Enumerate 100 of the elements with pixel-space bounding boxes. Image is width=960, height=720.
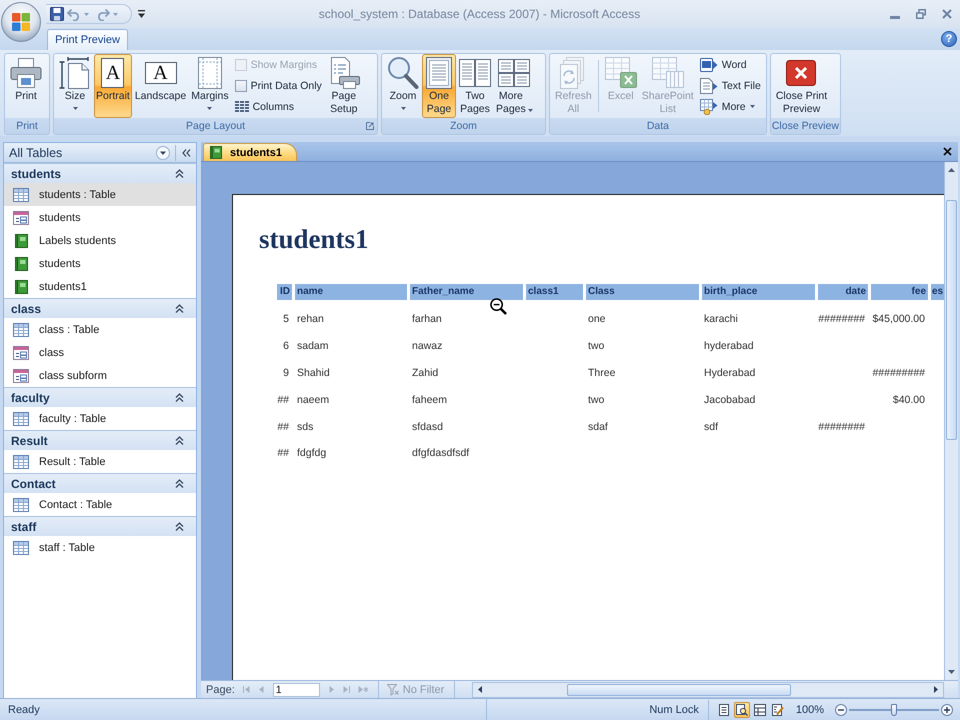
page-setup-button[interactable]: Page Setup	[326, 54, 362, 118]
scrollbar-thumb[interactable]	[946, 200, 957, 440]
more-export-button[interactable]: More	[698, 96, 763, 117]
zoom-out-icon[interactable]	[835, 704, 847, 716]
group-header[interactable]: Contact	[4, 473, 196, 493]
close-print-preview-button[interactable]: Close Print Preview	[774, 54, 830, 118]
scroll-down-icon[interactable]	[948, 670, 955, 674]
previous-page-icon[interactable]	[258, 686, 265, 693]
nav-item[interactable]: students : Table	[4, 183, 196, 206]
save-icon[interactable]	[50, 7, 64, 21]
nav-item[interactable]: class subform	[4, 364, 196, 387]
portrait-page-icon: A	[101, 58, 124, 88]
form-icon	[13, 210, 29, 224]
nav-item[interactable]: students	[4, 206, 196, 229]
ribbon-tab[interactable]: Print Preview	[47, 29, 128, 50]
one-page-button[interactable]: One Page	[422, 54, 456, 118]
zoom-in-icon[interactable]	[941, 704, 953, 716]
more-pages-button[interactable]: More Pages	[494, 54, 535, 118]
table-icon	[13, 454, 29, 468]
dropdown-icon[interactable]	[156, 146, 170, 160]
nav-item[interactable]: class	[4, 341, 196, 364]
portrait-button[interactable]: A Portrait	[94, 54, 132, 118]
first-page-icon[interactable]	[242, 686, 250, 693]
redo-icon[interactable]	[96, 7, 110, 21]
new-record-icon[interactable]	[358, 686, 368, 693]
group-label: Close Preview	[772, 119, 839, 133]
table-cell: farhan	[412, 313, 442, 326]
caret-icon[interactable]	[138, 10, 145, 18]
table-cell: sds	[297, 420, 314, 433]
dialog-launcher-icon[interactable]	[366, 122, 374, 130]
table-cell: ########	[818, 420, 865, 433]
group-label: Page Layout	[186, 119, 245, 133]
page-size-icon	[59, 57, 91, 89]
column-header: fee	[871, 284, 928, 300]
horizontal-scrollbar[interactable]	[472, 682, 944, 698]
column-header: date	[818, 284, 868, 300]
layout-grid-icon	[754, 704, 766, 716]
scrollbar-thumb[interactable]	[567, 684, 792, 696]
table-cell: 5	[283, 313, 289, 326]
pane-title[interactable]: All Tables	[9, 146, 156, 160]
pencil-page-view-button[interactable]	[770, 702, 786, 718]
next-page-icon[interactable]	[328, 686, 335, 693]
window-title: school_system : Database (Access 2007) - Microsoft Access	[318, 7, 642, 21]
grid-view-button[interactable]	[752, 702, 768, 718]
table-cell: two	[588, 394, 604, 406]
columns-icon	[234, 100, 249, 112]
table-cell: Jacobabad	[704, 394, 756, 406]
slider-thumb[interactable]	[891, 704, 897, 716]
restore-icon[interactable]	[916, 9, 926, 19]
columns-button[interactable]: Columns	[232, 96, 324, 117]
zoom-button[interactable]: Zoom	[385, 54, 421, 118]
size-button[interactable]: Size	[57, 54, 93, 118]
table-icon	[13, 412, 29, 426]
scroll-up-icon[interactable]	[948, 168, 955, 172]
nav-item[interactable]: faculty : Table	[4, 407, 196, 430]
group-header[interactable]: Result	[4, 430, 196, 450]
word-export-button[interactable]: Word	[698, 54, 763, 75]
nav-item[interactable]: Labels students	[4, 229, 196, 252]
group-header[interactable]: faculty	[4, 387, 196, 407]
group-header[interactable]: staff	[4, 516, 196, 536]
print-button[interactable]: Print	[8, 54, 44, 118]
scroll-right-icon[interactable]	[934, 686, 938, 693]
close-icon[interactable]	[943, 147, 952, 156]
nav-item[interactable]: staff : Table	[4, 536, 196, 559]
table-icon	[13, 188, 29, 202]
last-page-icon[interactable]	[342, 686, 350, 693]
column-header: class1	[526, 284, 583, 300]
vertical-scrollbar[interactable]	[944, 162, 958, 680]
group-header[interactable]: students	[4, 163, 196, 183]
magnifier-view-button[interactable]	[734, 702, 750, 718]
document-tab[interactable]: students1	[203, 143, 297, 161]
landscape-button[interactable]: A Landscape	[132, 54, 188, 118]
report-icon	[210, 146, 222, 159]
page-number-field[interactable]: 1	[272, 682, 320, 696]
table-cell: sadam	[297, 340, 329, 352]
print-data-only-option[interactable]: Print Data Only	[232, 75, 324, 96]
minimize-icon[interactable]	[890, 16, 900, 18]
column-header: birth_place	[702, 284, 815, 300]
page-margins-icon	[198, 57, 222, 89]
margins-button[interactable]: Margins	[189, 54, 231, 118]
two-pages-icon	[459, 57, 491, 89]
nav-item[interactable]: Result : Table	[4, 450, 196, 473]
table-icon	[13, 322, 29, 336]
nav-item[interactable]: Contact : Table	[4, 493, 196, 516]
table-cell: ########	[818, 313, 865, 326]
table-cell: karachi	[704, 313, 738, 326]
collapse-icon[interactable]	[182, 148, 191, 156]
table-cell: $45,000.00	[872, 313, 925, 326]
text-file-export-button[interactable]: Text File	[698, 75, 763, 96]
document-arrow-icon	[700, 56, 718, 72]
nav-item[interactable]: class : Table	[4, 318, 196, 341]
grid-export-icon	[604, 57, 637, 89]
nav-item[interactable]: students1	[4, 275, 196, 298]
nav-item[interactable]: students	[4, 252, 196, 275]
status-text: Ready	[8, 704, 40, 716]
scroll-left-icon[interactable]	[478, 686, 482, 693]
group-header[interactable]: class	[4, 298, 196, 318]
checkbox[interactable]	[234, 80, 247, 92]
text-file-arrow-icon	[700, 78, 718, 94]
two-pages-button[interactable]: Two Pages	[457, 54, 493, 118]
